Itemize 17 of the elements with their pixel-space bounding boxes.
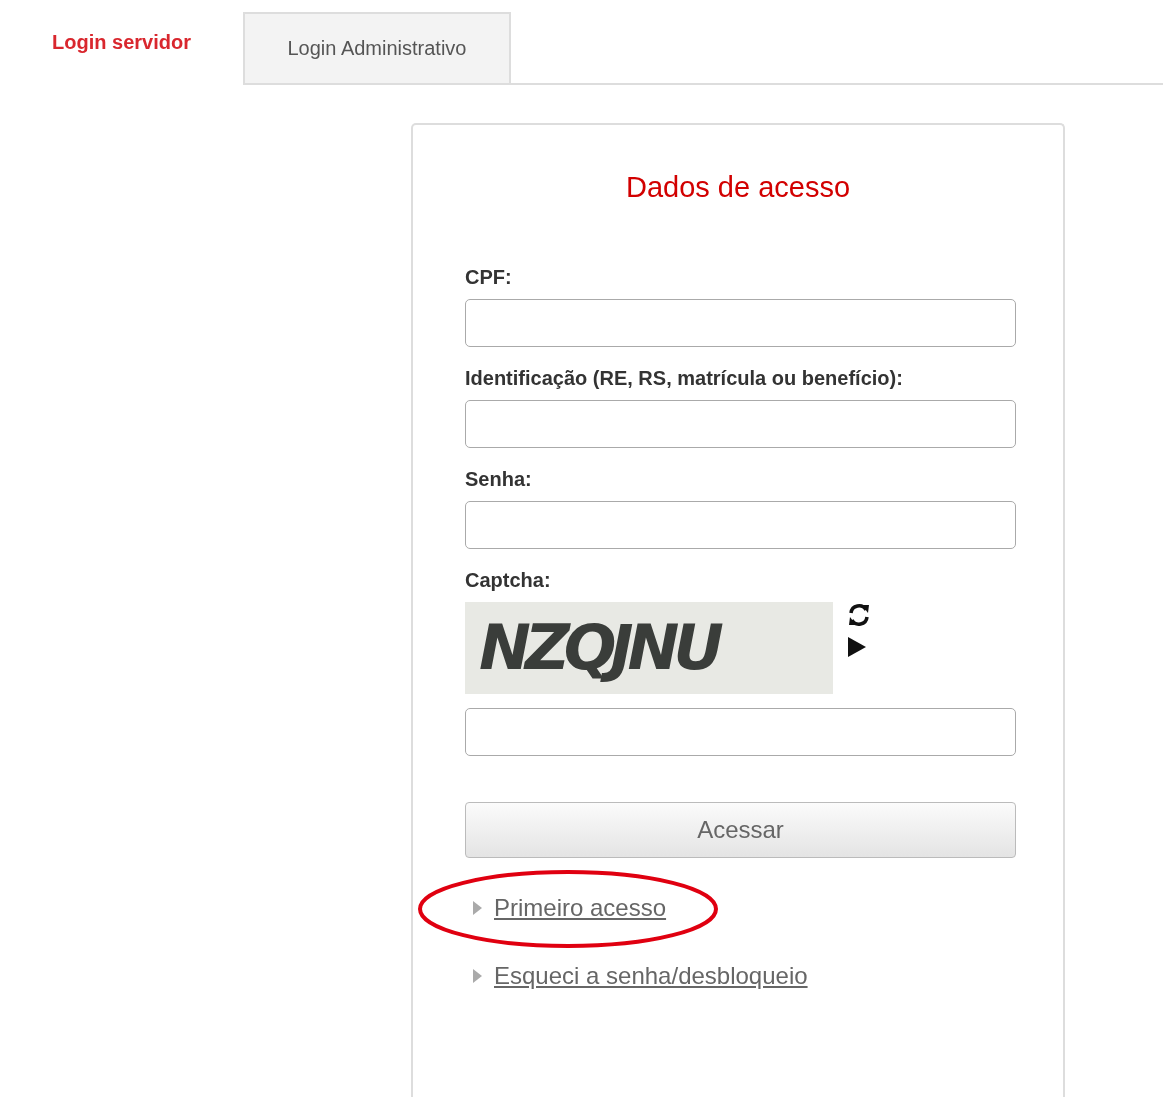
field-label: Identificação (RE, RS, matrícula ou benefício): (465, 367, 904, 390)
submit-button[interactable]: Acessar (465, 802, 1016, 858)
refresh-icon[interactable] (847, 602, 871, 628)
input-field[interactable] (465, 501, 1016, 549)
play-icon[interactable] (847, 636, 867, 658)
field-label: Senha: (465, 468, 533, 491)
link[interactable]: Esqueci a senha/desbloqueio (494, 962, 808, 990)
input-field[interactable] (465, 299, 1016, 347)
caret-icon (473, 901, 482, 915)
caret-icon (473, 969, 482, 983)
captcha-image: NZQJNU (465, 602, 833, 694)
input-field[interactable] (465, 400, 1016, 448)
field-label: Captcha: (465, 569, 552, 592)
form-title: Dados de acesso (624, 171, 852, 204)
field-label: CPF: (465, 266, 513, 289)
input-field[interactable] (465, 708, 1016, 756)
tab[interactable]: Login Administrativo (243, 12, 511, 85)
